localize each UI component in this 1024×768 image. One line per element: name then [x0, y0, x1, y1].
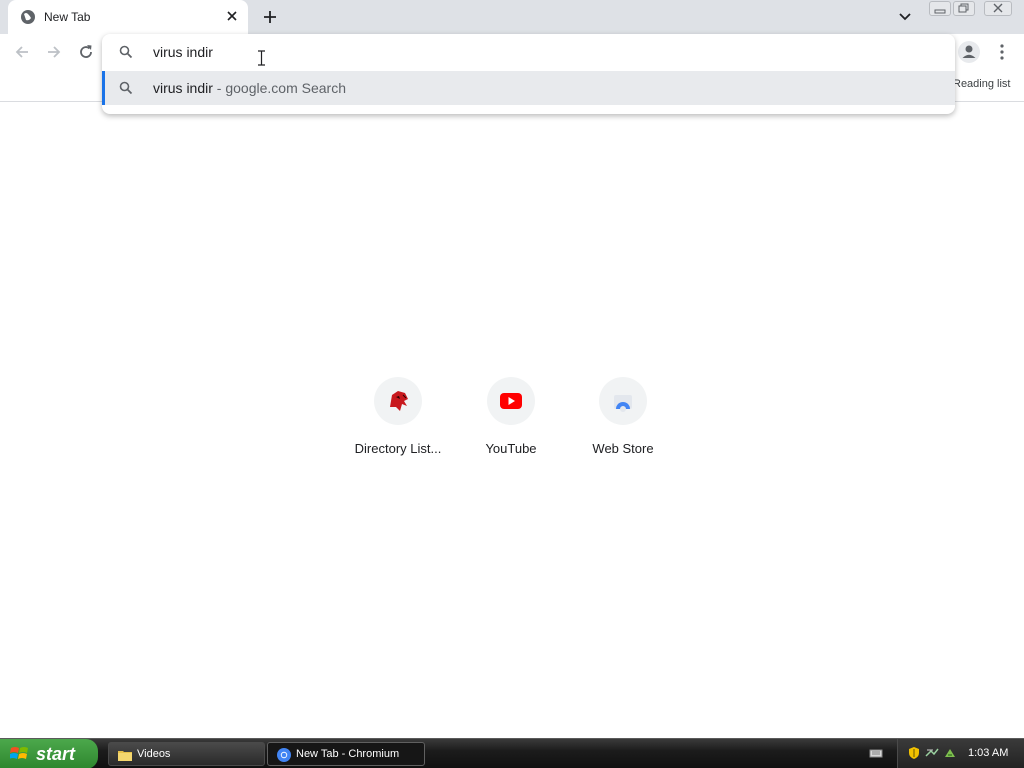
tab-strip: New Tab: [0, 0, 1024, 34]
reload-icon[interactable]: [76, 42, 96, 62]
clock: 1:03 AM: [968, 747, 1009, 759]
suggestion-text: virus indir - google.com Search: [153, 80, 346, 96]
shortcut-directory-list[interactable]: Directory List...: [342, 376, 454, 466]
shortcut-icon-bg: [599, 377, 647, 425]
restore-button[interactable]: [953, 1, 975, 16]
start-button[interactable]: start: [0, 739, 98, 768]
shortcut-youtube[interactable]: YouTube: [455, 376, 567, 466]
taskbar-item-chromium[interactable]: New Tab - Chromium: [267, 742, 425, 766]
shortcut-label: YouTube: [485, 441, 537, 456]
screen: New Tab Reading list virus indir virus i…: [0, 0, 1024, 768]
web-store-icon: [614, 395, 632, 412]
taskbar-item-label: Videos: [137, 748, 171, 760]
address-input[interactable]: virus indir: [153, 44, 213, 60]
text-cursor-icon: [258, 50, 265, 66]
folder-icon: [118, 751, 132, 761]
profile-button[interactable]: [958, 41, 980, 63]
shortcut-label: Directory List...: [354, 441, 442, 456]
shortcut-icon-bg: [374, 377, 422, 425]
tab-new-tab[interactable]: New Tab: [8, 0, 248, 34]
arrow-right-icon[interactable]: [44, 42, 64, 62]
shield-icon[interactable]: [907, 746, 921, 760]
taskbar-item-videos[interactable]: Videos: [108, 742, 265, 766]
minimize-icon: [934, 9, 946, 14]
window-close-button[interactable]: [984, 1, 1012, 16]
omnibox-dropdown: virus indir virus indir - google.com Sea…: [102, 34, 955, 114]
keyboard-icon[interactable]: [869, 746, 883, 760]
plus-icon[interactable]: [260, 7, 280, 27]
search-icon: [119, 45, 133, 59]
globe-icon: [21, 10, 35, 24]
network-icon[interactable]: [925, 746, 939, 760]
minimize-button[interactable]: [929, 1, 951, 16]
profile-icon: [962, 45, 976, 58]
taskbar-item-label: New Tab - Chromium: [296, 748, 400, 760]
chevron-down-icon[interactable]: [896, 8, 914, 26]
search-icon: [119, 81, 133, 95]
taskbar: start Videos New Tab - Chromium 1:03 AM: [0, 738, 1024, 768]
suggestion-row[interactable]: virus indir - google.com Search: [102, 71, 955, 105]
arrow-left-icon[interactable]: [12, 42, 32, 62]
shortcut-icon-bg: [487, 377, 535, 425]
window-close-icon: [993, 3, 1003, 13]
restore-icon: [958, 3, 969, 13]
address-bar[interactable]: virus indir: [102, 34, 955, 70]
red-dragon-icon: [390, 391, 408, 411]
safely-remove-icon[interactable]: [943, 746, 957, 760]
reading-list-button[interactable]: Reading list: [953, 78, 1010, 90]
windows-flag-icon: [10, 747, 28, 759]
shortcut-web-store[interactable]: Web Store: [567, 376, 679, 466]
suggestion-query: virus indir: [153, 80, 213, 96]
start-label: start: [36, 744, 76, 764]
shortcut-label: Web Store: [592, 441, 654, 456]
system-tray: 1:03 AM: [897, 739, 1024, 768]
suggestion-suffix: - google.com Search: [212, 80, 346, 96]
close-icon[interactable]: [224, 8, 240, 24]
tab-title: New Tab: [44, 10, 91, 24]
youtube-icon: [500, 393, 522, 409]
kebab-menu-icon[interactable]: [994, 42, 1010, 62]
chromium-icon: [277, 748, 291, 762]
